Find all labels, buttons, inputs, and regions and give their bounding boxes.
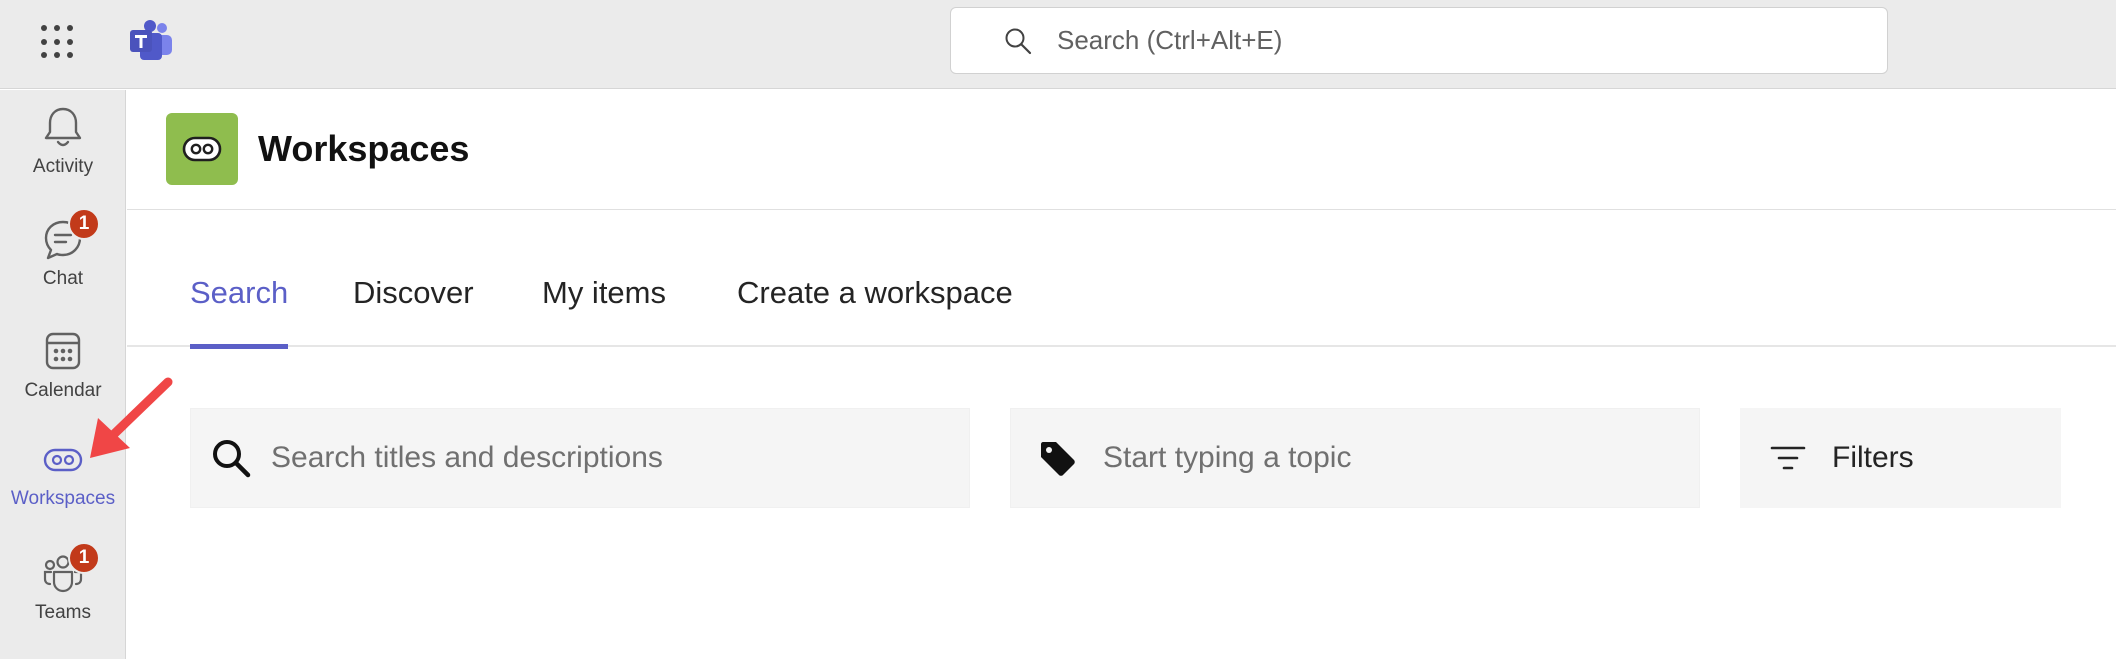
tab-bar: Search Discover My items Create a worksp… bbox=[127, 211, 2116, 349]
app-launcher-icon[interactable] bbox=[38, 22, 78, 62]
app-title: Workspaces bbox=[258, 128, 470, 169]
bell-icon bbox=[44, 107, 82, 147]
tag-icon bbox=[1041, 442, 1075, 476]
rail-item-label: Chat bbox=[42, 268, 84, 289]
title-search-input[interactable] bbox=[271, 441, 831, 475]
tab-search[interactable]: Search bbox=[190, 275, 289, 349]
rail-item-chat[interactable]: 1 Chat bbox=[0, 202, 126, 306]
tab-create-workspace[interactable]: Create a workspace bbox=[737, 275, 1013, 347]
global-search-box[interactable] bbox=[950, 7, 1888, 74]
search-icon bbox=[213, 440, 251, 478]
search-icon bbox=[1005, 28, 1032, 54]
annotation-arrow-icon bbox=[90, 377, 173, 458]
rail-item-label: Activity bbox=[32, 156, 94, 177]
app-header: Workspaces bbox=[127, 90, 2116, 210]
rail-item-label: Teams bbox=[35, 602, 91, 623]
filter-icon bbox=[1770, 446, 1806, 470]
topic-input[interactable] bbox=[1103, 441, 1663, 475]
filters-label: Filters bbox=[1832, 441, 1914, 474]
rail-item-activity[interactable]: Activity bbox=[0, 90, 126, 194]
teams-logo-icon bbox=[130, 20, 172, 60]
topic-search-box[interactable] bbox=[1010, 408, 1700, 508]
workspaces-icon bbox=[43, 448, 83, 472]
notification-badge: 1 bbox=[68, 542, 100, 574]
top-bar bbox=[0, 0, 2116, 89]
global-search-input[interactable] bbox=[1057, 25, 1757, 56]
tab-my-items[interactable]: My items bbox=[542, 275, 666, 347]
notification-badge: 1 bbox=[68, 208, 100, 240]
rail-item-teams[interactable]: 1 Teams bbox=[0, 536, 126, 640]
rail-item-label: Workspaces bbox=[10, 488, 116, 509]
calendar-icon bbox=[45, 332, 81, 370]
tab-discover[interactable]: Discover bbox=[353, 275, 474, 347]
app-logo bbox=[166, 113, 238, 185]
title-search-box[interactable] bbox=[190, 408, 970, 508]
workspaces-icon bbox=[182, 136, 222, 162]
filters-button[interactable]: Filters bbox=[1740, 408, 2061, 508]
